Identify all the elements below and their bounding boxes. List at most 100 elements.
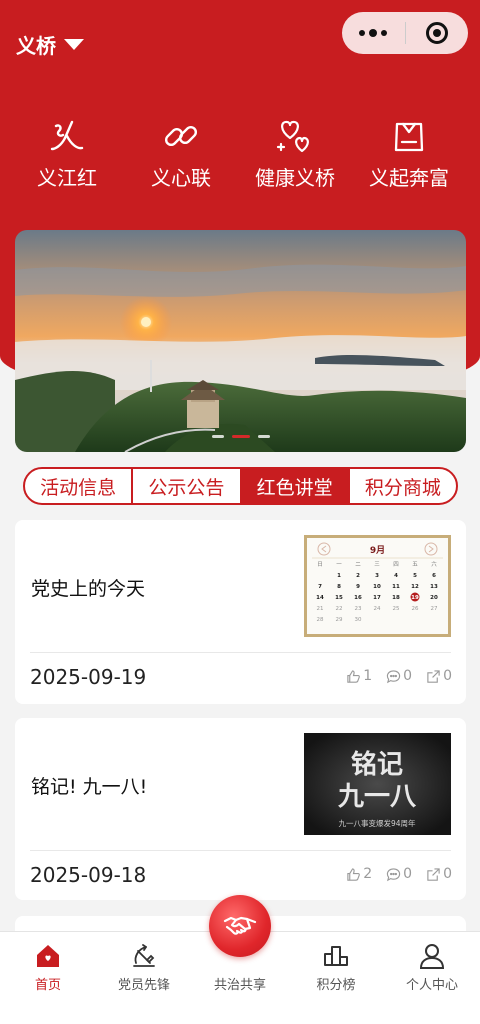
tabbar-label: 共治共享 — [213, 978, 266, 993]
tabbar-item-home[interactable]: 首页 — [0, 932, 96, 1024]
tabbar-item-personal-center[interactable]: 个人中心 — [384, 932, 480, 1024]
tabbar-label: 积分榜 — [316, 978, 356, 993]
article-date: 2025-09-19 — [30, 665, 147, 689]
calendar-day: 20 — [430, 595, 438, 601]
calendar-day: 2 — [356, 573, 360, 579]
like-button[interactable]: 1 — [346, 668, 372, 684]
bag-icon — [394, 122, 424, 152]
calendar-day: 10 — [373, 584, 381, 590]
feature-entries: 义江红 义心联 健康义桥 义起奔富 — [0, 116, 480, 191]
tabbar-item-party-pioneer[interactable]: 党员先锋 — [96, 932, 192, 1024]
content-tabs: 活动信息 公示公告 红色讲堂 积分商城 — [23, 467, 458, 505]
feature-jiankang-yiqiao[interactable]: 健康义桥 — [238, 116, 352, 191]
comment-icon — [386, 867, 401, 881]
comment-count: 0 — [403, 866, 413, 882]
comment-button[interactable]: 0 — [386, 866, 412, 882]
article-card[interactable]: 铭记! 九一八! 铭记 九一八 九一八事变爆发94周年 2025-09-18 2… — [15, 718, 466, 900]
calendar-day: 1 — [337, 573, 341, 579]
calendar-weekday: 五 — [412, 561, 418, 568]
calendar-day: 11 — [392, 584, 400, 590]
tabbar-item-points-ranking[interactable]: 积分榜 — [288, 932, 384, 1024]
indicator-dot — [257, 435, 270, 438]
calendar-day: 24 — [374, 606, 381, 612]
article-thumbnail: 铭记 九一八 九一八事变爆发94周年 — [304, 733, 451, 835]
share-button[interactable]: 0 — [426, 866, 452, 882]
poster-caption: 九一八事变爆发94周年 — [338, 818, 416, 828]
calendar-day: 7 — [318, 584, 322, 590]
more-options-button[interactable] — [342, 29, 405, 37]
feature-yiqi-benfu[interactable]: 义起奔富 — [352, 116, 466, 191]
feature-yixinlian[interactable]: 义心联 — [124, 116, 238, 191]
calendar-month: 9月 — [370, 545, 385, 556]
feature-label: 义心联 — [151, 166, 211, 190]
tabbar-label: 首页 — [34, 978, 61, 993]
like-count: 2 — [363, 866, 373, 882]
close-miniprogram-button[interactable] — [406, 22, 469, 44]
calendar-weekday: 六 — [431, 560, 437, 568]
tab-red-lecture[interactable]: 红色讲堂 — [241, 469, 350, 503]
party-emblem-icon — [133, 944, 155, 967]
calendar-day: 26 — [412, 606, 419, 612]
calendar-day: 27 — [431, 606, 438, 612]
carousel-indicator — [15, 435, 466, 438]
tabbar-label: 个人中心 — [405, 978, 458, 993]
comment-button[interactable]: 0 — [386, 668, 412, 684]
calendar-day: 3 — [375, 573, 379, 579]
handshake-icon — [223, 916, 257, 935]
target-icon — [425, 22, 448, 44]
banner-carousel[interactable] — [15, 230, 466, 452]
location-selector[interactable]: 义桥 — [16, 30, 84, 59]
dot-icon — [381, 30, 388, 36]
link-icon — [164, 125, 198, 147]
share-count: 0 — [443, 668, 452, 684]
share-button[interactable]: 0 — [426, 668, 452, 684]
user-icon — [419, 944, 445, 969]
calendar-image: 9月 日一二三四五六1 2 3 4 5 67 8 9 10 11 12 1314 15 16 17 18 19 2… — [304, 535, 451, 637]
poster-line1: 铭记 — [351, 750, 403, 780]
calendar-day: 23 — [355, 606, 362, 612]
calendar-weekday: 日 — [317, 561, 323, 568]
calendar-day: 29 — [336, 617, 343, 623]
calendar-day: 5 — [413, 573, 417, 579]
home-icon — [37, 945, 59, 967]
share-icon — [427, 669, 440, 683]
calendar-day: 17 — [373, 595, 381, 601]
calendar-day: 28 — [317, 617, 324, 623]
indicator-dot — [211, 435, 224, 438]
article-card[interactable]: 党史上的今天 9月 日一二三四五六 1 2 3 4 5 6 7 8 9 10 11 12 13 14 15 16… — [15, 520, 466, 704]
tab-points-mall[interactable]: 积分商城 — [350, 469, 456, 503]
dropdown-triangle-icon — [64, 39, 84, 50]
memorial-poster-image: 铭记 九一八 九一八事变爆发94周年 — [304, 733, 451, 835]
calendar-day: 4 — [394, 573, 398, 579]
hearts-icon — [276, 120, 309, 153]
share-icon — [427, 867, 440, 881]
calendar-day: 12 — [411, 584, 419, 590]
feature-yijianghong[interactable]: 义江红 — [10, 116, 124, 191]
calendar-day: 30 — [355, 617, 362, 623]
calendar-day: 8 — [337, 584, 341, 590]
dot-icon — [369, 29, 378, 37]
like-count: 1 — [363, 668, 373, 684]
calendar-day: 25 — [393, 606, 400, 612]
poster-line2: 九一八 — [337, 782, 417, 812]
like-button[interactable]: 2 — [346, 866, 372, 882]
dot-icon — [359, 30, 366, 36]
tab-announcements[interactable]: 公示公告 — [133, 469, 242, 503]
calendar-day: 19 — [411, 595, 419, 601]
article-stats: 1 0 0 — [346, 668, 452, 684]
miniprogram-capsule — [342, 12, 468, 54]
divider — [30, 652, 451, 653]
calendar-day: 9 — [356, 584, 360, 590]
calendar-weekday: 三 — [374, 561, 380, 568]
article-title: 党史上的今天 — [31, 578, 146, 600]
calendar-weekday: 一 — [336, 562, 342, 568]
article-thumbnail: 9月 日一二三四五六 1 2 3 4 5 6 7 8 9 10 11 12 13 14 15 16 17 18 19 2… — [304, 535, 451, 637]
tab-activity-info[interactable]: 活动信息 — [25, 469, 134, 503]
calendar-day: 6 — [432, 573, 436, 579]
cogovernance-center-button[interactable] — [209, 895, 271, 957]
comment-count: 0 — [403, 668, 413, 684]
article-title: 铭记! 九一八! — [31, 776, 148, 798]
calendar-day: 13 — [430, 584, 438, 590]
banner-image — [15, 230, 466, 452]
river-icon — [50, 120, 84, 151]
